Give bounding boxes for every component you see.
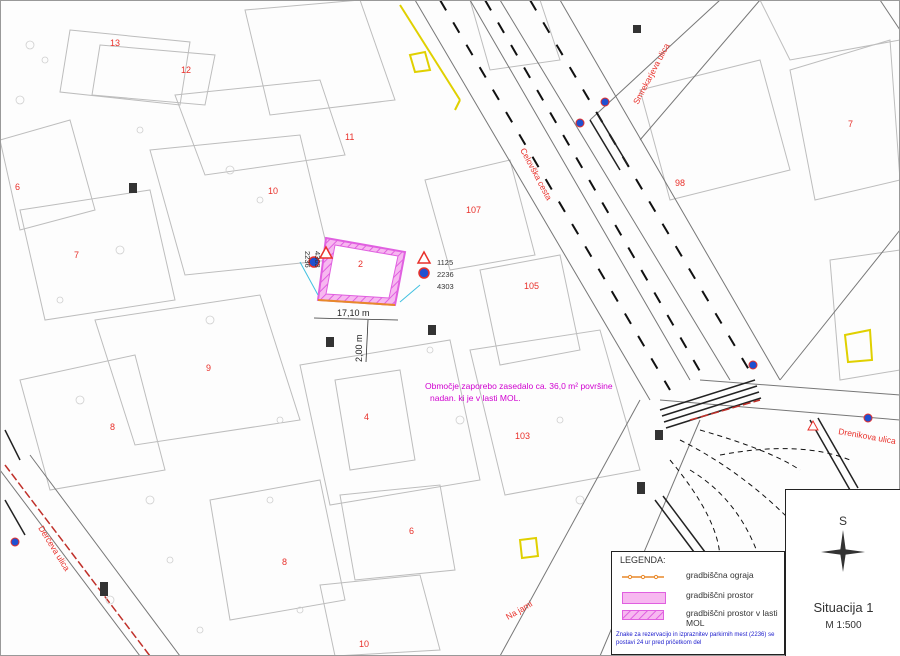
legend-item-site: gradbiščni prostor [616,590,784,604]
compass-north-label: S [839,514,847,528]
site-depth-label: 2,00 m [354,334,364,362]
site-width-label: 17,10 m [337,308,370,318]
street-name-na-jami: Na jami [504,599,534,622]
street-name-drenikova: Drenikova ulica [838,426,897,446]
building-number: 6 [15,182,20,192]
parking-outlines [399,4,874,560]
legend-label: gradbiščna ograja [686,570,754,580]
sign-code: 4303 [437,282,454,291]
annotation-line-1: Območje zaporebo zasedalo ca. 36,0 m² po… [425,381,613,391]
annotation-line-2: nadan. ki je v lasti MOL. [430,393,521,403]
legend-label: gradbiščni prostor v lasti MOL [686,608,778,628]
title-block-scale: M 1:500 [825,620,862,631]
building-number: 10 [359,639,369,649]
title-block-title: Situacija 1 [813,600,874,615]
legend-title: LEGENDA: [620,555,666,565]
building-number: 107 [466,205,481,215]
building-number: 7 [74,250,79,260]
building-number: 4 [364,412,369,422]
building-number: 10 [268,186,278,196]
building-number: 8 [110,422,115,432]
legend-note: Znake za rezervacijo in izpraznitev park… [616,632,775,646]
fence-line-icon [622,574,664,580]
title-block: S Situacija 1 M 1:500 [785,489,900,656]
building-number: 103 [515,431,530,441]
site-number: 2 [358,259,363,269]
building-number: 12 [181,65,191,75]
site-plan-map: { "building_numbers": ["13","12","11","1… [0,0,900,656]
legend-item-fence: gradbiščna ograja [616,570,784,584]
building-number: 7 [848,119,853,129]
building-number: 11 [345,132,354,142]
legend-item-site-mol: gradbiščni prostor v lasti MOL [616,608,784,630]
sign-code: 2236 [303,251,312,268]
street-names: Celovška cesta Smrekarjeva ulica Dreniko… [36,41,897,621]
building-number: 9 [206,363,211,373]
compass-icon: S [821,514,865,572]
sign-code: 1125 [437,258,453,267]
street-name-derceva: Derčeva ulica [36,524,72,573]
trees [15,40,585,634]
building-number: 98 [675,178,685,188]
legend-label: gradbiščni prostor [686,590,754,600]
building-number: 105 [524,281,539,291]
building-number: 13 [110,38,120,48]
pink-hatch-swatch-icon [622,610,664,620]
street-name-smrekarjeva: Smrekarjeva ulica [631,41,672,106]
map-icons [100,25,663,596]
legend: LEGENDA: gradbiščna ograja gradbiščni pr… [611,551,785,655]
street-name-celovska: Celovška cesta [518,146,554,202]
lane-markings [439,0,756,391]
area-annotation: Območje zaporebo zasedalo ca. 36,0 m² po… [425,381,613,403]
sign-code: 4303 [313,251,322,268]
building-number: 8 [282,557,287,567]
sign-code: 2236 [437,270,454,279]
pink-fill-swatch-icon [622,592,666,604]
building-number: 6 [409,526,414,536]
